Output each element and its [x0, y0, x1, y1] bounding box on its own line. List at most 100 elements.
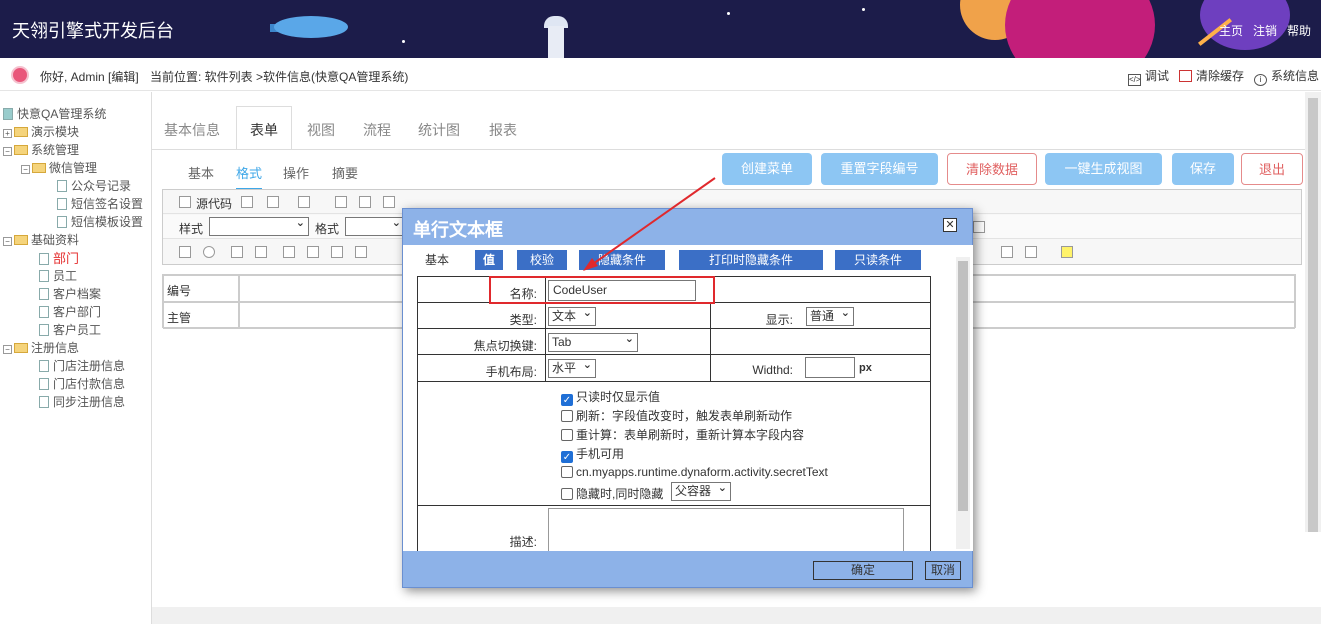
collapse-icon[interactable]: −: [3, 147, 12, 156]
paste-icon[interactable]: [359, 196, 371, 208]
dialog-tab-validate[interactable]: 校验: [517, 250, 567, 270]
checkbox-hide-together[interactable]: 隐藏时,同时隐藏: [561, 485, 663, 502]
cancel-button[interactable]: 取消: [925, 561, 961, 580]
format-select[interactable]: [345, 215, 405, 236]
clear-cache-button[interactable]: 清除缓存: [1178, 67, 1244, 86]
width-input[interactable]: [805, 357, 855, 378]
horizontal-scrollbar[interactable]: [152, 607, 1321, 624]
source-code-button[interactable]: 源代码: [196, 195, 232, 212]
dialog-tab-value[interactable]: 值: [475, 250, 503, 270]
checkbox-recalc[interactable]: 重计算：表单刷新时，重新计算本字段内容: [561, 426, 804, 443]
dialog-tab-readonly[interactable]: 只读条件: [835, 250, 921, 270]
textfield-icon[interactable]: [231, 246, 243, 258]
tree-item-sync-register[interactable]: 同步注册信息: [39, 393, 125, 410]
reset-field-number-button[interactable]: 重置字段编号: [821, 153, 938, 185]
tree-item-wechat[interactable]: − 微信管理: [21, 159, 97, 176]
tree-item-register[interactable]: − 注册信息: [3, 339, 79, 356]
subtab-basic[interactable]: 基本: [188, 163, 214, 182]
checkbox-mobile[interactable]: ✓ 手机可用: [561, 445, 624, 463]
radio-icon[interactable]: [203, 246, 215, 258]
checkbox-checked[interactable]: ✓: [561, 451, 573, 463]
bank-icon[interactable]: [355, 246, 367, 258]
save-button[interactable]: 保存: [1172, 153, 1234, 185]
tree-item-system[interactable]: − 系统管理: [3, 141, 79, 158]
copy-icon[interactable]: [241, 196, 253, 208]
collapse-icon[interactable]: −: [3, 345, 12, 354]
tree-item-store-register[interactable]: 门店注册信息: [39, 357, 125, 374]
scroll-thumb[interactable]: [1308, 98, 1318, 532]
template-icon[interactable]: [298, 196, 310, 208]
nav-home-link[interactable]: 主页: [1219, 22, 1243, 39]
display-select[interactable]: 普通: [806, 305, 854, 326]
tree-item-department[interactable]: 部门: [39, 248, 79, 267]
tree-item-sms-template[interactable]: 短信模板设置: [57, 213, 143, 230]
type-select[interactable]: 文本: [548, 305, 596, 326]
checkbox-readonly-display[interactable]: ✓ 只读时仅显示值: [561, 388, 660, 406]
tree-item-customer-employee[interactable]: 客户员工: [39, 321, 101, 338]
ok-button[interactable]: 确定: [813, 561, 913, 580]
tree-item-store-payment[interactable]: 门店付款信息: [39, 375, 125, 392]
checkbox-unchecked[interactable]: [561, 410, 573, 422]
tree-item-official-account[interactable]: 公众号记录: [57, 177, 131, 194]
dialog-tab-basic[interactable]: 基本: [415, 250, 459, 270]
date-icon[interactable]: [307, 246, 319, 258]
subtab-operation[interactable]: 操作: [283, 163, 309, 182]
tree-item-employee[interactable]: 员工: [39, 267, 77, 284]
tree-item-demo[interactable]: + 演示模块: [3, 123, 79, 140]
close-icon[interactable]: ✕: [943, 218, 957, 232]
cut-icon[interactable]: [335, 196, 347, 208]
hide-target-select[interactable]: 父容器: [671, 480, 731, 501]
tab-form[interactable]: 表单: [236, 106, 292, 150]
tab-basic-info[interactable]: 基本信息: [164, 120, 220, 140]
vertical-scrollbar[interactable]: [1305, 92, 1321, 532]
generate-view-button[interactable]: 一键生成视图: [1045, 153, 1162, 185]
tree-item-sms-sign[interactable]: 短信签名设置: [57, 195, 143, 212]
focus-key-select[interactable]: Tab: [548, 331, 638, 352]
tree-item-customer-dept[interactable]: 客户部门: [39, 303, 101, 320]
align-icon[interactable]: [973, 221, 985, 233]
tab-view[interactable]: 视图: [307, 120, 335, 140]
font-color-icon[interactable]: [1025, 246, 1037, 258]
preview-icon[interactable]: [267, 196, 279, 208]
table-icon[interactable]: [283, 246, 295, 258]
tree-root[interactable]: 快意QA管理系统: [3, 105, 106, 122]
highlight-icon[interactable]: [1061, 246, 1073, 258]
user-greeting[interactable]: 你好, Admin [编辑]: [40, 68, 139, 85]
checkbox-checked[interactable]: ✓: [561, 394, 573, 406]
anchor-icon[interactable]: [1001, 246, 1013, 258]
tab-report[interactable]: 报表: [489, 120, 517, 140]
checkbox-refresh[interactable]: 刷新：字段值改变时，触发表单刷新动作: [561, 407, 792, 424]
checkbox-unchecked[interactable]: [561, 466, 573, 478]
tree-item-basic-data[interactable]: − 基础资料: [3, 231, 79, 248]
source-icon[interactable]: [179, 196, 191, 208]
collapse-icon[interactable]: −: [21, 165, 30, 174]
mobile-layout-select[interactable]: 水平: [548, 357, 596, 378]
checkbox-icon[interactable]: [179, 246, 191, 258]
tree-item-customer-file[interactable]: 客户档案: [39, 285, 101, 302]
dialog-tab-hide-condition[interactable]: 隐藏条件: [579, 250, 665, 270]
checkbox-unchecked[interactable]: [561, 488, 573, 500]
clear-data-button[interactable]: 清除数据: [947, 153, 1037, 185]
dialog-tab-print-hide[interactable]: 打印时隐藏条件: [679, 250, 823, 270]
tab-chart[interactable]: 统计图: [418, 120, 460, 140]
subtab-format[interactable]: 格式: [236, 163, 263, 190]
debug-button[interactable]: </> 调试: [1127, 67, 1169, 86]
subtab-summary[interactable]: 摘要: [332, 163, 358, 182]
create-menu-button[interactable]: 创建菜单: [722, 153, 812, 185]
tree-select-icon[interactable]: [331, 246, 343, 258]
expand-icon[interactable]: +: [3, 129, 12, 138]
textarea-icon[interactable]: [255, 246, 267, 258]
style-select[interactable]: [209, 215, 309, 236]
checkbox-unchecked[interactable]: [561, 429, 573, 441]
scroll-thumb[interactable]: [958, 261, 968, 511]
tab-flow[interactable]: 流程: [363, 120, 391, 140]
nav-help-link[interactable]: 帮助: [1287, 22, 1311, 39]
paste-text-icon[interactable]: [383, 196, 395, 208]
dialog-scrollbar[interactable]: [956, 257, 970, 549]
checkbox-secret-text[interactable]: cn.myapps.runtime.dynaform.activity.secr…: [561, 465, 828, 479]
nav-logout-link[interactable]: 注销: [1253, 22, 1277, 39]
collapse-icon[interactable]: −: [3, 237, 12, 246]
exit-button[interactable]: 退出: [1241, 153, 1303, 185]
description-textarea[interactable]: [548, 508, 904, 551]
system-info-button[interactable]: i 系统信息: [1253, 67, 1319, 86]
